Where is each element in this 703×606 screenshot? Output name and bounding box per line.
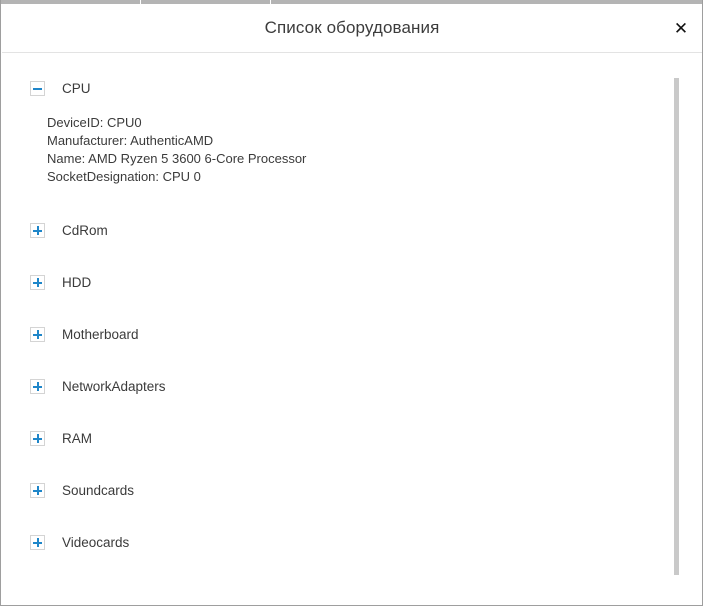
scrollbar-thumb[interactable] xyxy=(674,78,679,575)
tree-node-label: NetworkAdapters xyxy=(62,378,166,394)
tree-node-label: HDD xyxy=(62,274,92,290)
tree-node-header[interactable]: Motherboard xyxy=(30,324,670,344)
tree-node-header[interactable]: HDD xyxy=(30,272,670,292)
tree-node-header[interactable]: CPU xyxy=(30,78,670,98)
plus-bar xyxy=(37,381,39,391)
tree-node-label: CdRom xyxy=(62,222,108,238)
tree-node-soundcards: Soundcards xyxy=(2,480,670,500)
close-button[interactable]: ✕ xyxy=(664,14,698,44)
tree-node-hdd: HDD xyxy=(2,272,670,292)
plus-bar xyxy=(37,537,39,547)
detail-line: DeviceID: CPU0 xyxy=(47,115,142,130)
plus-box-icon[interactable] xyxy=(30,534,45,550)
detail-line: Name: AMD Ryzen 5 3600 6-Core Processor xyxy=(47,151,307,166)
tree-node-label: Motherboard xyxy=(62,326,139,342)
tree-node-label: Soundcards xyxy=(62,482,135,498)
tree-node-videocards: Videocards xyxy=(2,532,670,552)
dialog-titlebar: Список оборудования ✕ xyxy=(2,4,702,53)
plus-box-icon[interactable] xyxy=(30,326,45,342)
plus-bar xyxy=(37,433,39,443)
plus-box-icon[interactable] xyxy=(30,222,45,238)
plus-bar xyxy=(37,329,39,339)
detail-line: Manufacturer: AuthenticAMD xyxy=(47,133,214,148)
plus-box-icon[interactable] xyxy=(30,378,45,394)
dialog-body: CPU DeviceID: CPU0 Manufacturer: Authent… xyxy=(2,54,702,604)
tree-node-header[interactable]: Soundcards xyxy=(30,480,670,500)
tree-node-cpu: CPU DeviceID: CPU0 Manufacturer: Authent… xyxy=(2,78,670,188)
vertical-scrollbar[interactable] xyxy=(674,54,682,604)
detail-line: SocketDesignation: CPU 0 xyxy=(47,169,201,184)
plus-box-icon[interactable] xyxy=(30,482,45,498)
tree-node-details: DeviceID: CPU0 Manufacturer: AuthenticAM… xyxy=(47,98,670,188)
tree-node-networkadapters: NetworkAdapters xyxy=(2,376,670,396)
tree-node-header[interactable]: NetworkAdapters xyxy=(30,376,670,396)
tree-node-label: CPU xyxy=(62,80,91,96)
plus-box-icon[interactable] xyxy=(30,430,45,446)
close-icon: ✕ xyxy=(673,18,689,39)
tree-node-label: RAM xyxy=(62,430,92,446)
tree-node-label: Videocards xyxy=(62,534,130,550)
plus-bar xyxy=(37,485,39,495)
equipment-list-dialog: Список оборудования ✕ CPU DeviceID: CPU0… xyxy=(0,0,703,606)
hardware-tree: CPU DeviceID: CPU0 Manufacturer: Authent… xyxy=(2,54,670,552)
tree-node-motherboard: Motherboard xyxy=(2,324,670,344)
tree-node-cdrom: CdRom xyxy=(2,220,670,240)
plus-bar xyxy=(37,277,39,287)
tree-node-header[interactable]: RAM xyxy=(30,428,670,448)
minus-bar xyxy=(33,87,42,90)
tree-node-header[interactable]: CdRom xyxy=(30,220,670,240)
dialog-title: Список оборудования xyxy=(264,18,440,37)
tree-node-header[interactable]: Videocards xyxy=(30,532,670,552)
tree-node-ram: RAM xyxy=(2,428,670,448)
plus-bar xyxy=(37,225,39,235)
minus-box-icon[interactable] xyxy=(30,80,45,96)
plus-box-icon[interactable] xyxy=(30,274,45,290)
